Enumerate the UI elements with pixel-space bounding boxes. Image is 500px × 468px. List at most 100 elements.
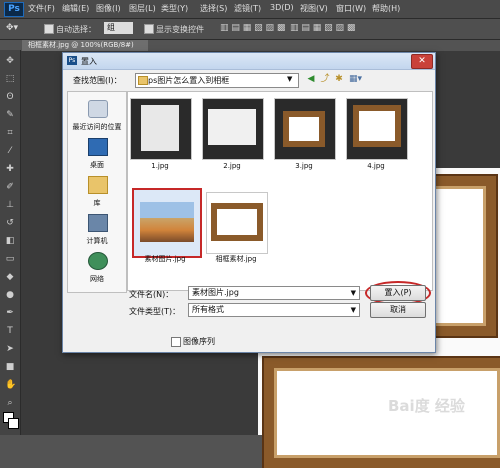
file-name: 3.jpg [295, 162, 313, 170]
menu-3d[interactable]: 3D(D) [270, 3, 294, 12]
back-icon[interactable]: ◀ [305, 73, 317, 85]
view-menu-icon[interactable]: ▦▾ [349, 73, 362, 85]
up-folder-icon[interactable]: ⤴ [319, 73, 331, 85]
place-dialog: Ps 置入 ✕ 查找范围(I)： ps图片怎么置入到相框 ▼ ◀ ⤴ ✱ ▦▾ … [62, 52, 436, 353]
cancel-button[interactable]: 取消 [370, 302, 426, 318]
file-name-selected: 素材图片.jpg [144, 255, 186, 263]
dialog-title-bar[interactable]: Ps 置入 ✕ [63, 53, 435, 70]
file-type-label: 文件类型(T)： [129, 307, 181, 316]
look-in-label: 查找范围(I)： [73, 76, 122, 85]
place-libraries-label: 库 [93, 199, 101, 207]
eraser-tool-icon[interactable]: ◧ [5, 236, 15, 246]
menu-filter[interactable]: 滤镜(T) [234, 3, 261, 14]
pen-tool-icon[interactable]: ✒ [5, 308, 15, 318]
brush-tool-icon[interactable]: ✐ [5, 182, 15, 192]
file-thumb[interactable] [206, 192, 268, 254]
folder-icon [138, 76, 148, 85]
auto-select-value: 组 [107, 23, 115, 32]
history-brush-tool-icon[interactable]: ↺ [5, 218, 15, 228]
desktop-icon [88, 138, 108, 156]
crop-tool-icon[interactable]: ⌗ [5, 128, 15, 138]
image-sequence-label: 图像序列 [183, 337, 215, 346]
options-bar: ✥▾ 自动选择： 组 显示变换控件 ▥ ▤ ▦ ▧ ▨ ▩ ▥ ▤ ▦ ▧ ▨ … [0, 19, 500, 40]
file-name: 4.jpg [367, 162, 385, 170]
file-thumb[interactable] [130, 98, 192, 160]
photoshop-logo: Ps [4, 2, 24, 17]
align-icons[interactable]: ▥ ▤ ▦ ▧ ▨ ▩ [220, 23, 285, 33]
hand-tool-icon[interactable]: ✋ [5, 380, 16, 390]
eyedropper-tool-icon[interactable]: ⁄ [5, 146, 15, 156]
chevron-down-icon: ▼ [350, 289, 356, 297]
move-tool-icon[interactable]: ✥ [5, 56, 15, 66]
place-network-label: 网络 [90, 275, 104, 283]
computer-icon [88, 214, 108, 232]
file-name: 1.jpg [151, 162, 169, 170]
places-bar: 最近访问的位置 桌面 库 计算机 网络 [67, 91, 127, 293]
zoom-tool-icon[interactable]: ⌕ [5, 398, 15, 408]
background-color-swatch[interactable] [8, 418, 19, 429]
stamp-tool-icon[interactable]: ⊥ [5, 200, 15, 210]
file-name-input[interactable]: 素材图片.jpg ▼ [188, 286, 360, 300]
ps-dialog-icon: Ps [67, 56, 77, 65]
menu-layer[interactable]: 图层(L) [129, 3, 156, 14]
quick-select-tool-icon[interactable]: ✎ [5, 110, 15, 120]
auto-select-dropdown[interactable]: 组 [104, 22, 133, 34]
move-tool-icon[interactable]: ✥▾ [6, 23, 18, 33]
menu-window[interactable]: 窗口(W) [336, 3, 366, 14]
file-name: 相框素材.jpg [215, 255, 257, 263]
healing-tool-icon[interactable]: ✚ [5, 164, 15, 174]
dialog-title: 置入 [81, 57, 97, 66]
distribute-icons[interactable]: ▥ ▤ ▦ ▧ ▨ ▩ [290, 23, 355, 33]
path-select-tool-icon[interactable]: ➤ [5, 344, 15, 354]
thumb-content [140, 202, 194, 242]
gradient-tool-icon[interactable]: ▭ [5, 254, 15, 264]
thumb-content [211, 203, 263, 241]
look-in-select[interactable]: ps图片怎么置入到相框 ▼ [135, 73, 299, 88]
file-thumb[interactable] [274, 98, 336, 160]
file-type-select[interactable]: 所有格式 ▼ [188, 303, 360, 317]
file-type-value: 所有格式 [192, 305, 224, 314]
auto-select-checkbox[interactable] [44, 24, 54, 34]
show-transform-label: 显示变换控件 [156, 25, 204, 34]
file-thumb[interactable] [202, 98, 264, 160]
place-recent-label: 最近访问的位置 [72, 123, 122, 131]
new-folder-icon[interactable]: ✱ [333, 73, 345, 85]
menu-file[interactable]: 文件(F) [28, 3, 55, 14]
file-thumb-selected[interactable] [132, 188, 202, 258]
place-desktop-label: 桌面 [90, 161, 104, 169]
auto-select-label: 自动选择： [56, 25, 96, 34]
place-computer-label: 计算机 [86, 237, 108, 245]
type-tool-icon[interactable]: T [5, 326, 15, 336]
dodge-tool-icon[interactable]: ● [5, 290, 15, 300]
menu-type[interactable]: 类型(Y) [161, 3, 188, 14]
document-tab[interactable]: 相框素材.jpg @ 100%(RGB/8#) [22, 40, 148, 51]
recent-places-icon [88, 100, 108, 118]
place-button[interactable]: 置入(P) [370, 285, 426, 301]
thumb-content [141, 105, 179, 151]
show-transform-checkbox[interactable] [144, 24, 154, 34]
toolbox: ✥ ⬚ ʘ ✎ ⌗ ⁄ ✚ ✐ ⊥ ↺ ◧ ▭ ◆ ● ✒ T ➤ ■ ✋ ⌕ [0, 50, 21, 435]
menu-image[interactable]: 图像(I) [96, 3, 121, 14]
menu-help[interactable]: 帮助(H) [372, 3, 400, 14]
file-thumb[interactable] [346, 98, 408, 160]
document-tab-title: 相框素材.jpg @ 100%(RGB/8#) [28, 41, 134, 49]
chevron-down-icon: ▼ [287, 75, 293, 83]
menu-view[interactable]: 视图(V) [300, 3, 328, 14]
watermark: Bai度 经验 [388, 397, 465, 415]
close-icon: ✕ [418, 56, 426, 66]
thumb-content [283, 111, 325, 147]
image-sequence-checkbox[interactable] [171, 337, 181, 347]
file-list: 1.jpg 2.jpg 3.jpg 4.jpg 素材图片.jpg 相框素材.jp… [127, 91, 433, 291]
libraries-icon [88, 176, 108, 194]
file-name-value: 素材图片.jpg [192, 288, 239, 297]
menu-bar: Ps 文件(F) 编辑(E) 图像(I) 图层(L) 类型(Y) 选择(S) 滤… [0, 0, 500, 19]
menu-edit[interactable]: 编辑(E) [62, 3, 89, 14]
blur-tool-icon[interactable]: ◆ [5, 272, 15, 282]
shape-tool-icon[interactable]: ■ [5, 362, 15, 372]
file-name: 2.jpg [223, 162, 241, 170]
marquee-tool-icon[interactable]: ⬚ [5, 74, 15, 84]
menu-select[interactable]: 选择(S) [200, 3, 227, 14]
close-button[interactable]: ✕ [411, 54, 433, 69]
thumb-content [353, 105, 401, 147]
lasso-tool-icon[interactable]: ʘ [5, 92, 15, 102]
